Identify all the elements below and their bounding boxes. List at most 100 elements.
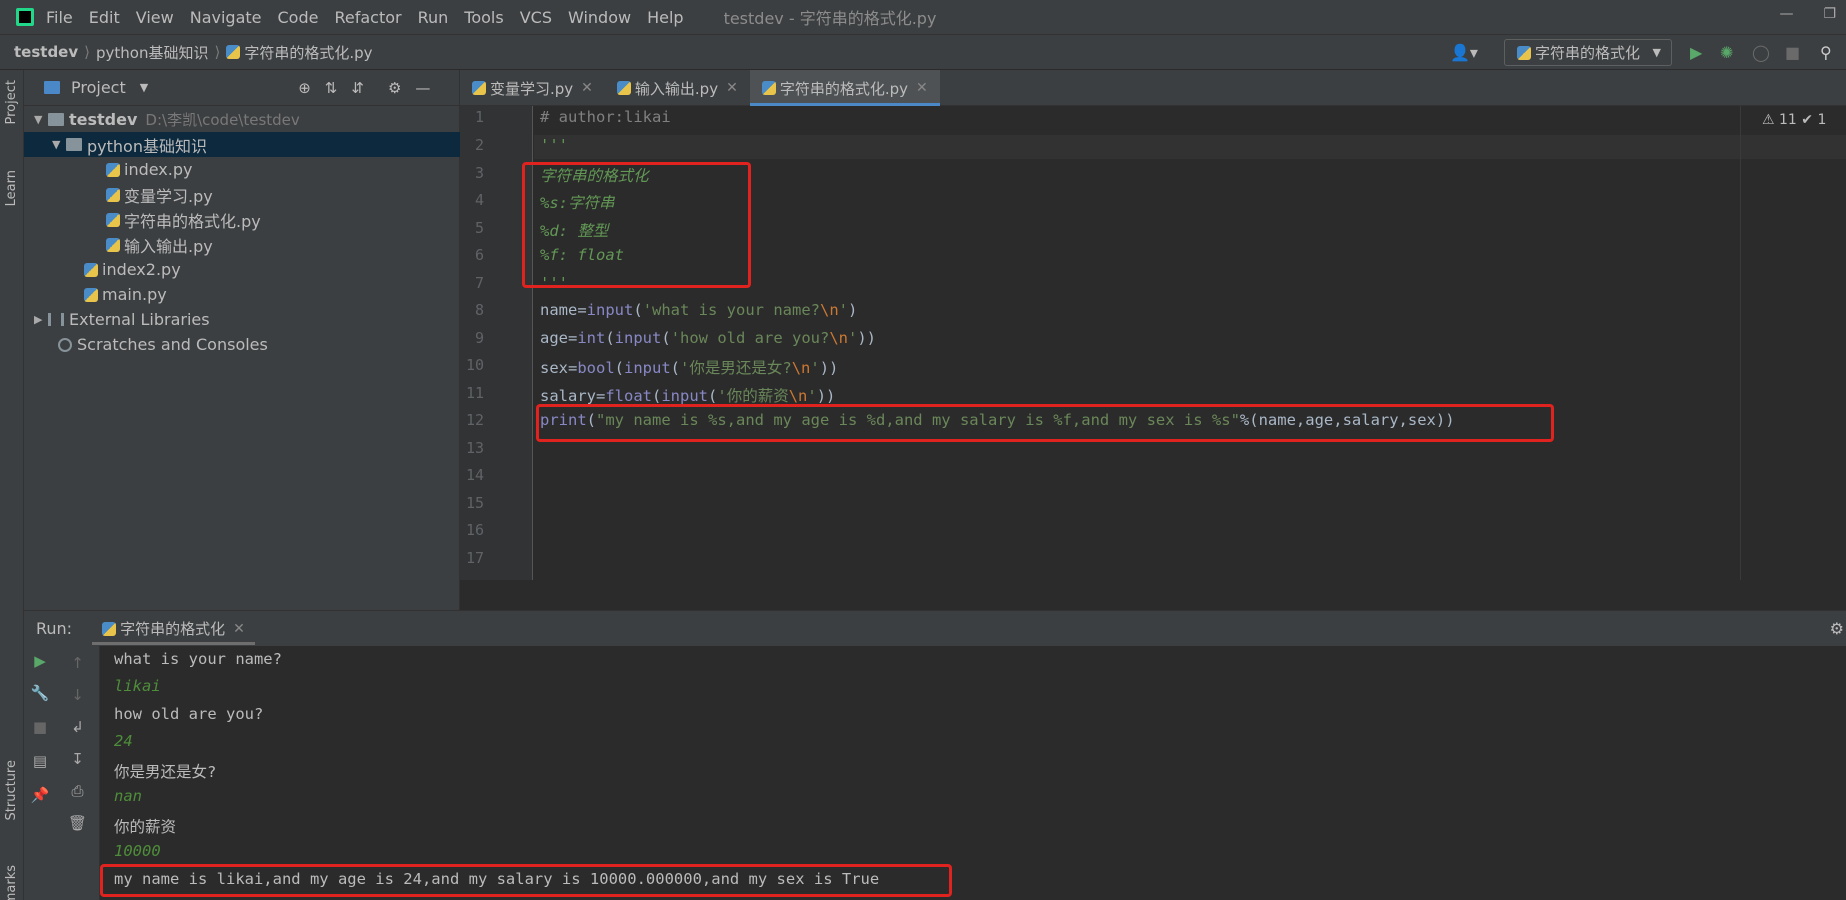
breadcrumb-project[interactable]: testdev <box>14 43 78 61</box>
line-number: 7 <box>474 274 484 292</box>
run-tab[interactable]: 字符串的格式化 ✕ <box>92 611 255 647</box>
hide-icon[interactable]: — <box>415 79 430 97</box>
arrow-down-icon[interactable]: ↓ <box>56 686 99 704</box>
code-token: ' <box>807 387 817 405</box>
close-icon[interactable]: ✕ <box>916 80 928 96</box>
run-configuration-select[interactable]: 字符串的格式化 ▼ <box>1504 39 1672 66</box>
chevron-down-icon[interactable]: ▼ <box>34 113 48 126</box>
run-icon[interactable]: ▶ <box>1690 43 1702 62</box>
python-file-icon <box>106 212 120 227</box>
layout-icon[interactable]: ▤ <box>24 752 56 770</box>
code-token: ( <box>708 387 718 405</box>
wrench-icon[interactable]: 🔧 <box>24 684 56 702</box>
bookmarks-tool-tab[interactable]: marks <box>4 865 19 900</box>
collapse-all-icon[interactable]: ⇵ <box>351 79 364 97</box>
code-token: input <box>661 387 709 405</box>
gear-icon[interactable]: ⚙ <box>1830 619 1844 638</box>
arrow-up-icon[interactable]: ↑ <box>56 654 99 672</box>
console-line: 你的薪资 <box>114 818 177 836</box>
restore-icon[interactable]: ❐ <box>1823 6 1836 22</box>
gear-icon[interactable]: ⚙ <box>388 79 401 97</box>
project-tool-tab[interactable]: Project <box>4 80 19 124</box>
line-number: 6 <box>474 246 484 264</box>
code-token: ' <box>848 329 858 347</box>
menu-code[interactable]: Code <box>278 8 319 27</box>
project-panel-title[interactable]: Project <box>71 78 126 97</box>
tree-item-python-basics[interactable]: ▼ python基础知识 <box>24 132 460 157</box>
menu-navigate[interactable]: Navigate <box>190 8 262 27</box>
console-input-line: 10000 <box>114 842 161 860</box>
inspection-widget[interactable]: ⚠ 11 ✔ 1 <box>1762 112 1826 128</box>
console-input-line: nan <box>114 787 142 805</box>
tree-item-file[interactable]: main.py <box>24 282 460 307</box>
chevron-down-icon[interactable]: ▼ <box>140 81 148 94</box>
tree-item-external-libraries[interactable]: ▶ External Libraries <box>24 307 460 332</box>
line-number: 8 <box>474 301 484 319</box>
learn-tool-tab[interactable]: Learn <box>4 170 19 206</box>
stop-icon[interactable]: ■ <box>1785 43 1800 62</box>
tab-label: 字符串的格式化.py <box>779 79 908 98</box>
rerun-icon[interactable]: ▶ <box>24 652 56 670</box>
minimize-icon[interactable]: — <box>1779 6 1793 22</box>
tree-item-file[interactable]: 字符串的格式化.py <box>24 207 460 232</box>
close-icon[interactable]: ✕ <box>726 80 738 96</box>
breadcrumb-file[interactable]: 字符串的格式化.py <box>244 42 372 63</box>
user-icon[interactable]: 👤▾ <box>1450 43 1478 62</box>
code-token: name= <box>540 301 587 319</box>
pin-icon[interactable]: 📌 <box>24 786 56 804</box>
breadcrumb-folder[interactable]: python基础知识 <box>96 42 208 63</box>
code-token: ' <box>810 359 820 377</box>
locate-icon[interactable]: ⊕ <box>298 79 311 97</box>
project-path: D:\李凯\code\testdev <box>145 111 300 129</box>
python-file-icon <box>472 81 486 95</box>
tree-item-testdev[interactable]: ▼ testdev D:\李凯\code\testdev <box>24 107 460 132</box>
code-token: ' <box>838 301 849 319</box>
line-number: 16 <box>465 521 484 539</box>
close-icon[interactable]: ✕ <box>581 80 593 96</box>
tab-variables[interactable]: 变量学习.py ✕ <box>460 70 605 106</box>
tree-item-file[interactable]: 输入输出.py <box>24 232 460 257</box>
run-toolbar-primary: ▶ 🔧 ■ ▤ 📌 <box>24 646 56 900</box>
code-token: \n <box>791 359 811 377</box>
search-icon[interactable]: ⚲ <box>1820 43 1832 62</box>
code-token: ( <box>661 329 671 347</box>
tree-item-file[interactable]: index2.py <box>24 257 460 282</box>
menu-edit[interactable]: Edit <box>89 8 120 27</box>
menu-view[interactable]: View <box>136 8 174 27</box>
menu-vcs[interactable]: VCS <box>520 8 552 27</box>
menu-refactor[interactable]: Refactor <box>334 8 401 27</box>
soft-wrap-icon[interactable]: ↲ <box>56 718 99 736</box>
tree-item-file[interactable]: 变量学习.py <box>24 182 460 207</box>
code-token: ( <box>633 301 643 319</box>
stop-icon[interactable]: ■ <box>24 718 56 736</box>
project-panel: Project ▼ ⊕ ⇅ ⇵ ⚙ — ▼ testdev D:\李凯\code… <box>24 70 460 610</box>
python-file-icon <box>761 81 776 95</box>
tree-item-label: python基础知识 <box>87 136 207 156</box>
print-icon[interactable]: ⎙ <box>56 782 99 800</box>
menu-window[interactable]: Window <box>568 8 631 27</box>
code-token: 'what is your name? <box>642 301 820 319</box>
code-token: float <box>605 387 652 405</box>
chevron-right-icon[interactable]: ▶ <box>34 313 48 326</box>
debug-icon[interactable]: ✺ <box>1720 43 1733 62</box>
chevron-down-icon[interactable]: ▼ <box>52 138 66 151</box>
console-input-line: likai <box>114 677 161 695</box>
tree-item-label: 字符串的格式化.py <box>124 211 261 231</box>
run-console[interactable]: what is your name? likai how old are you… <box>100 646 1846 900</box>
menu-tools[interactable]: Tools <box>464 8 503 27</box>
structure-tool-tab[interactable]: Structure <box>4 760 19 820</box>
menu-run[interactable]: Run <box>418 8 449 27</box>
coverage-icon[interactable]: ◯ <box>1752 43 1770 62</box>
scroll-to-end-icon[interactable]: ↧ <box>56 750 99 768</box>
pycharm-logo-icon <box>16 8 34 26</box>
tree-item-scratches[interactable]: Scratches and Consoles <box>24 332 460 357</box>
trash-icon[interactable]: 🗑 <box>56 814 99 832</box>
tab-input-output[interactable]: 输入输出.py ✕ <box>605 70 750 106</box>
code-line-1: # author:likai <box>540 108 671 126</box>
tree-item-file[interactable]: index.py <box>24 157 460 182</box>
menu-help[interactable]: Help <box>647 8 683 27</box>
menu-file[interactable]: File <box>46 8 73 27</box>
close-icon[interactable]: ✕ <box>233 621 245 637</box>
tab-string-format[interactable]: 字符串的格式化.py ✕ <box>749 70 940 106</box>
expand-all-icon[interactable]: ⇅ <box>325 79 338 97</box>
